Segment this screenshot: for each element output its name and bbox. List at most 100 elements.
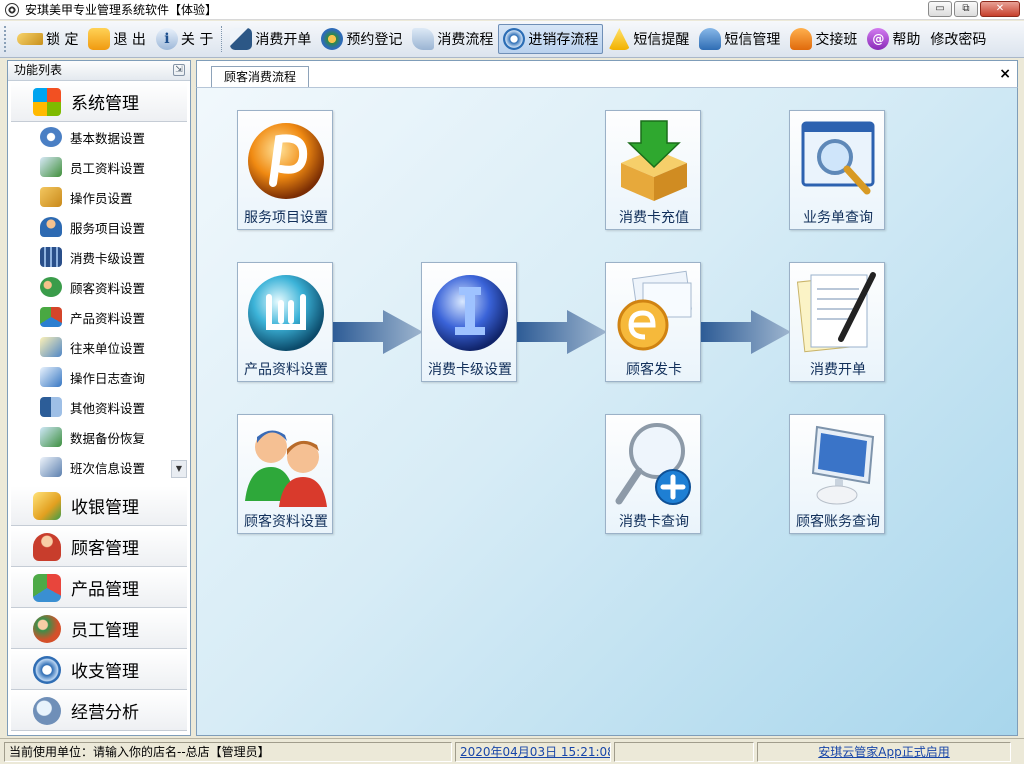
- service-icon: [248, 123, 324, 199]
- tile-service-settings[interactable]: 服务项目设置: [237, 110, 333, 230]
- about-button[interactable]: i 关 于: [151, 24, 218, 54]
- help-button[interactable]: @ 帮助: [862, 24, 925, 54]
- tile-card-recharge[interactable]: 消费卡充值: [605, 110, 701, 230]
- status-datetime[interactable]: 2020年04月03日 15:21:08: [455, 741, 611, 762]
- appointment-button[interactable]: 预约登记: [316, 24, 407, 54]
- sms-reminder-button[interactable]: 短信提醒: [603, 24, 694, 54]
- pin-icon[interactable]: ⇲: [173, 64, 185, 76]
- group-label: 经营分析: [71, 703, 139, 723]
- tile-label: 消费卡级设置: [428, 362, 512, 378]
- flow-icon: [412, 28, 435, 50]
- people-icon: [699, 28, 722, 50]
- minimize-button[interactable]: ▭: [928, 1, 952, 17]
- sidebar-item-label: 操作日志查询: [70, 370, 146, 386]
- sidebar-item-staff-info[interactable]: 员工资料设置: [8, 152, 190, 182]
- tile-business-query[interactable]: 业务单查询: [789, 110, 885, 230]
- sidebar-item-customer-info[interactable]: 顾客资料设置: [8, 272, 190, 302]
- consume-flow-button[interactable]: 消费流程: [407, 24, 498, 54]
- tile-label: 产品资料设置: [244, 362, 328, 378]
- sidebar-item-service[interactable]: 服务项目设置: [8, 212, 190, 242]
- function-list-title: 功能列表: [14, 63, 63, 77]
- sidebar-item-label: 往来单位设置: [70, 340, 146, 356]
- sms-reminder-label: 短信提醒: [633, 32, 690, 48]
- sidebar-item-partner[interactable]: 往来单位设置: [8, 332, 190, 362]
- group-system-management[interactable]: 系统管理: [11, 81, 187, 122]
- window-title: 安琪美甲专业管理系统软件【体验】: [25, 3, 218, 17]
- close-button[interactable]: ✕: [980, 1, 1020, 17]
- finance-icon: [33, 655, 61, 684]
- group-staff[interactable]: 员工管理: [11, 608, 187, 649]
- note-icon: [40, 337, 62, 357]
- tile-billing[interactable]: 消费开单: [789, 262, 885, 382]
- power-icon: [88, 28, 111, 50]
- group-icon: [40, 277, 62, 297]
- sidebar-item-label: 操作员设置: [70, 190, 133, 206]
- exit-button[interactable]: 退 出: [83, 24, 150, 54]
- recharge-icon: [621, 120, 687, 201]
- sidebar-item-product-info[interactable]: 产品资料设置: [8, 302, 190, 332]
- sidebar-item-shift-info[interactable]: 班次信息设置: [8, 452, 190, 482]
- status-current-unit: 当前使用单位：请输入你的店名--总店【管理员】: [4, 741, 452, 762]
- tile-label: 顾客资料设置: [244, 514, 328, 530]
- group-customer[interactable]: 顾客管理: [11, 526, 187, 567]
- tile-label: 顾客发卡: [626, 362, 682, 378]
- tile-card-level[interactable]: 消费卡级设置: [421, 262, 517, 382]
- group-label: 收支管理: [71, 662, 139, 682]
- tile-customer-info[interactable]: 顾客资料设置: [237, 414, 333, 534]
- group-finance[interactable]: 收支管理: [11, 649, 187, 690]
- toolbar-grip[interactable]: [4, 26, 8, 52]
- inventory-flow-button[interactable]: 进销存流程: [498, 24, 604, 54]
- change-password-label: 修改密码: [930, 32, 987, 48]
- change-password-button[interactable]: 修改密码: [925, 24, 991, 54]
- handover-button[interactable]: 交接班: [785, 24, 862, 54]
- status-notice-link[interactable]: 安琪云管家App正式启用: [757, 741, 1011, 762]
- shift-icon: [790, 28, 813, 50]
- sidebar-item-operator[interactable]: 操作员设置: [8, 182, 190, 212]
- group-system-label: 系统管理: [71, 94, 139, 114]
- group-product[interactable]: 产品管理: [11, 567, 187, 608]
- group-label: 员工管理: [71, 621, 139, 641]
- cash-icon: [33, 491, 61, 520]
- sidebar-item-other[interactable]: 其他资料设置: [8, 392, 190, 422]
- sidebar-item-label: 消费卡级设置: [70, 250, 146, 266]
- product-settings-icon: [248, 275, 324, 351]
- status-empty-cell: [614, 741, 754, 762]
- group-cashier[interactable]: 收银管理: [11, 485, 187, 526]
- group-analysis[interactable]: 经营分析: [11, 690, 187, 731]
- tile-label: 消费卡查询: [619, 514, 689, 530]
- billing-button[interactable]: 消费开单: [225, 24, 316, 54]
- sidebar-groups: 收银管理 顾客管理 产品管理 员工管理 收支管理 经营分析: [8, 485, 190, 731]
- sidebar-item-card-level[interactable]: 消费卡级设置: [8, 242, 190, 272]
- account-query-icon: [811, 425, 875, 505]
- user-icon: [40, 217, 62, 237]
- staff-icon: [33, 614, 61, 643]
- title-bar: 安琪美甲专业管理系统软件【体验】 ▭ ⧉ ✕: [0, 0, 1024, 20]
- log-icon: [40, 367, 62, 387]
- gear-icon: [40, 127, 62, 147]
- tile-account-query[interactable]: 顾客账务查询: [789, 414, 885, 534]
- restore-button[interactable]: ⧉: [954, 1, 978, 17]
- main-toolbar: 锁 定 退 出 i 关 于 消费开单 预约登记 消费流程 进销存流程 短信提醒 …: [0, 21, 1024, 58]
- scroll-down-button[interactable]: ▼: [171, 460, 187, 478]
- sidebar-item-log[interactable]: 操作日志查询: [8, 362, 190, 392]
- sidebar-item-basic-data[interactable]: 基本数据设置: [8, 122, 190, 152]
- function-list-header: 功能列表 ⇲: [8, 61, 190, 81]
- about-label: 关 于: [180, 32, 214, 48]
- tile-issue-card[interactable]: 顾客发卡: [605, 262, 701, 382]
- lock-button[interactable]: 锁 定: [12, 24, 83, 54]
- business-query-icon: [801, 121, 875, 195]
- tile-card-query[interactable]: 消费卡查询: [605, 414, 701, 534]
- flow-arrow-2: [517, 310, 607, 354]
- tile-product-settings[interactable]: 产品资料设置: [237, 262, 333, 382]
- card-query-icon: [615, 423, 691, 505]
- consume-flow-label: 消费流程: [437, 32, 494, 48]
- close-tab-icon[interactable]: ×: [999, 66, 1011, 82]
- sidebar-item-backup[interactable]: 数据备份恢复: [8, 422, 190, 452]
- book-icon: [321, 28, 344, 50]
- cubes-icon: [40, 307, 62, 327]
- appointment-label: 预约登记: [346, 32, 403, 48]
- sidebar-item-label: 基本数据设置: [70, 130, 146, 146]
- status-bar: 当前使用单位：请输入你的店名--总店【管理员】 2020年04月03日 15:2…: [0, 738, 1024, 764]
- bill-icon: [230, 28, 253, 50]
- sms-manage-button[interactable]: 短信管理: [694, 24, 785, 54]
